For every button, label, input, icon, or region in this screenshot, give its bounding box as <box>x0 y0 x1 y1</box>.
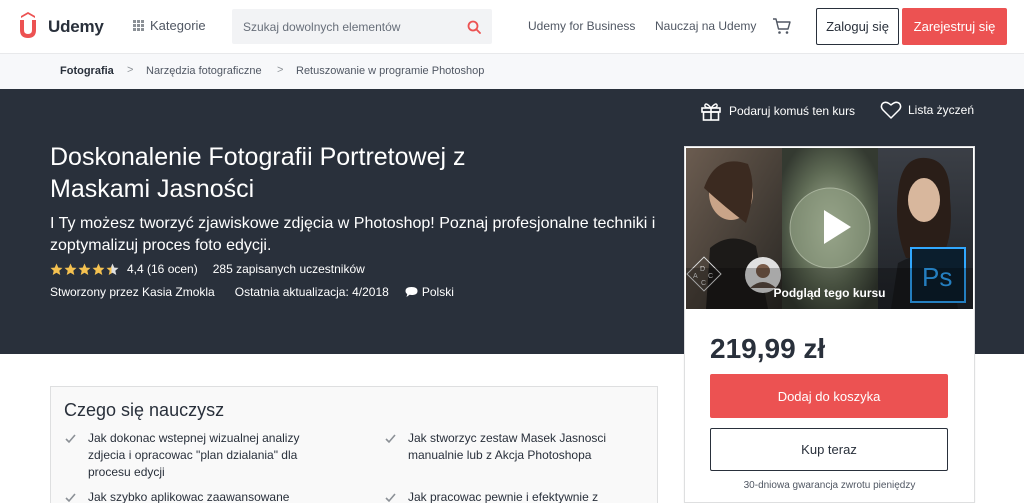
last-updated: Ostatnia aktualizacja: 4/2018 <box>234 285 389 299</box>
rating-stars <box>50 263 120 276</box>
check-icon <box>385 434 396 444</box>
heart-icon <box>880 101 902 119</box>
course-title-line1: Doskonalenie Fotografii Portretowej z <box>50 143 466 171</box>
categories-label: Kategorie <box>150 18 206 33</box>
course-title-line2: Maskami Jasności <box>50 175 255 203</box>
rating-row: 4,4 (16 ocen) 285 zapisanych uczestników <box>50 262 365 276</box>
money-back-guarantee: 30-dniowa gwarancja zwrotu pieniędzy <box>743 480 916 491</box>
author-text[interactable]: Stworzony przez Kasia Zmokla <box>50 285 215 299</box>
add-to-cart-button[interactable]: Dodaj do koszyka <box>710 374 948 418</box>
breadcrumb: Fotografia > Narzędzia fotograficzne > R… <box>0 54 1024 89</box>
search-icon[interactable] <box>467 20 481 34</box>
wishlist-link[interactable]: Lista życzeń <box>880 100 974 120</box>
learn-title: Czego się nauczysz <box>64 400 225 420</box>
language-label: Polski <box>421 285 454 299</box>
course-subtitle: I Ty możesz tworzyć zjawiskowe zdjęcia w… <box>50 215 656 254</box>
teach-on-udemy-link[interactable]: Nauczaj na Udemy <box>655 19 756 33</box>
star-icon <box>106 263 119 275</box>
search-bar <box>232 9 492 44</box>
course-title: Doskonalenie Fotografii Portretowej z Ma… <box>50 141 620 205</box>
breadcrumb-item-photography[interactable]: Fotografia <box>60 65 114 77</box>
categories-menu[interactable]: Kategorie <box>133 18 206 33</box>
check-icon <box>65 434 76 444</box>
login-button[interactable]: Zaloguj się <box>816 8 899 45</box>
star-icon <box>78 263 91 275</box>
students-count: 285 zapisanych uczestników <box>212 262 365 276</box>
top-header: Udemy Kategorie Udemy for Business Naucz… <box>0 0 1024 54</box>
speech-bubble-icon <box>405 287 418 297</box>
gift-icon <box>701 103 721 121</box>
breadcrumb-item-photoshop-retouch[interactable]: Retuszowanie w programie Photoshop <box>296 65 484 77</box>
wishlist-label: Lista życzeń <box>908 103 975 117</box>
star-icon <box>92 263 105 275</box>
breadcrumb-separator: > <box>127 64 134 76</box>
breadcrumb-separator: > <box>277 64 284 76</box>
check-icon <box>65 493 76 503</box>
learn-item: Jak szybko aplikowac zaawansowane <box>88 490 290 503</box>
search-input[interactable] <box>232 9 452 44</box>
course-meta: Stworzony przez Kasia Zmokla Ostatnia ak… <box>50 285 454 299</box>
learn-item: Jak pracowac pewnie i efektywnie z <box>408 490 599 503</box>
udemy-logo-icon <box>20 12 36 38</box>
learn-item: Jak dokonac wstepnej wizualnej analizy z… <box>88 431 300 479</box>
course-preview[interactable]: Ps D A C C Podgląd tego kursu <box>686 148 973 309</box>
buy-now-button[interactable]: Kup teraz <box>710 428 948 471</box>
logo-text: Udemy <box>48 17 104 36</box>
udemy-business-link[interactable]: Udemy for Business <box>528 19 635 33</box>
gift-course-link[interactable]: Podaruj komuś ten kurs <box>700 100 855 122</box>
cart-icon[interactable] <box>772 16 792 36</box>
purchase-card: Ps D A C C Podgląd tego kursu 219,99 zł … <box>684 146 975 503</box>
play-icon[interactable] <box>809 202 859 252</box>
course-language: Polski <box>405 285 454 299</box>
gift-label: Podaruj komuś ten kurs <box>729 104 856 118</box>
star-icon <box>64 263 77 275</box>
rating-text[interactable]: 4,4 (16 ocen) <box>127 262 198 276</box>
breadcrumb-item-photo-tools[interactable]: Narzędzia fotograficzne <box>146 65 262 77</box>
grid-icon <box>133 20 144 31</box>
course-price: 219,99 zł <box>710 333 826 364</box>
star-icon <box>50 263 63 275</box>
udemy-logo[interactable]: Udemy <box>14 12 104 42</box>
learn-item: Jak stworzyc zestaw Masek Jasnosci manua… <box>408 431 607 462</box>
preview-label: Podgląd tego kursu <box>773 286 886 300</box>
check-icon <box>385 493 396 503</box>
register-button[interactable]: Zarejestruj się <box>902 8 1007 45</box>
what-you-will-learn: Czego się nauczysz Jak dokonac wstepnej … <box>50 386 658 503</box>
